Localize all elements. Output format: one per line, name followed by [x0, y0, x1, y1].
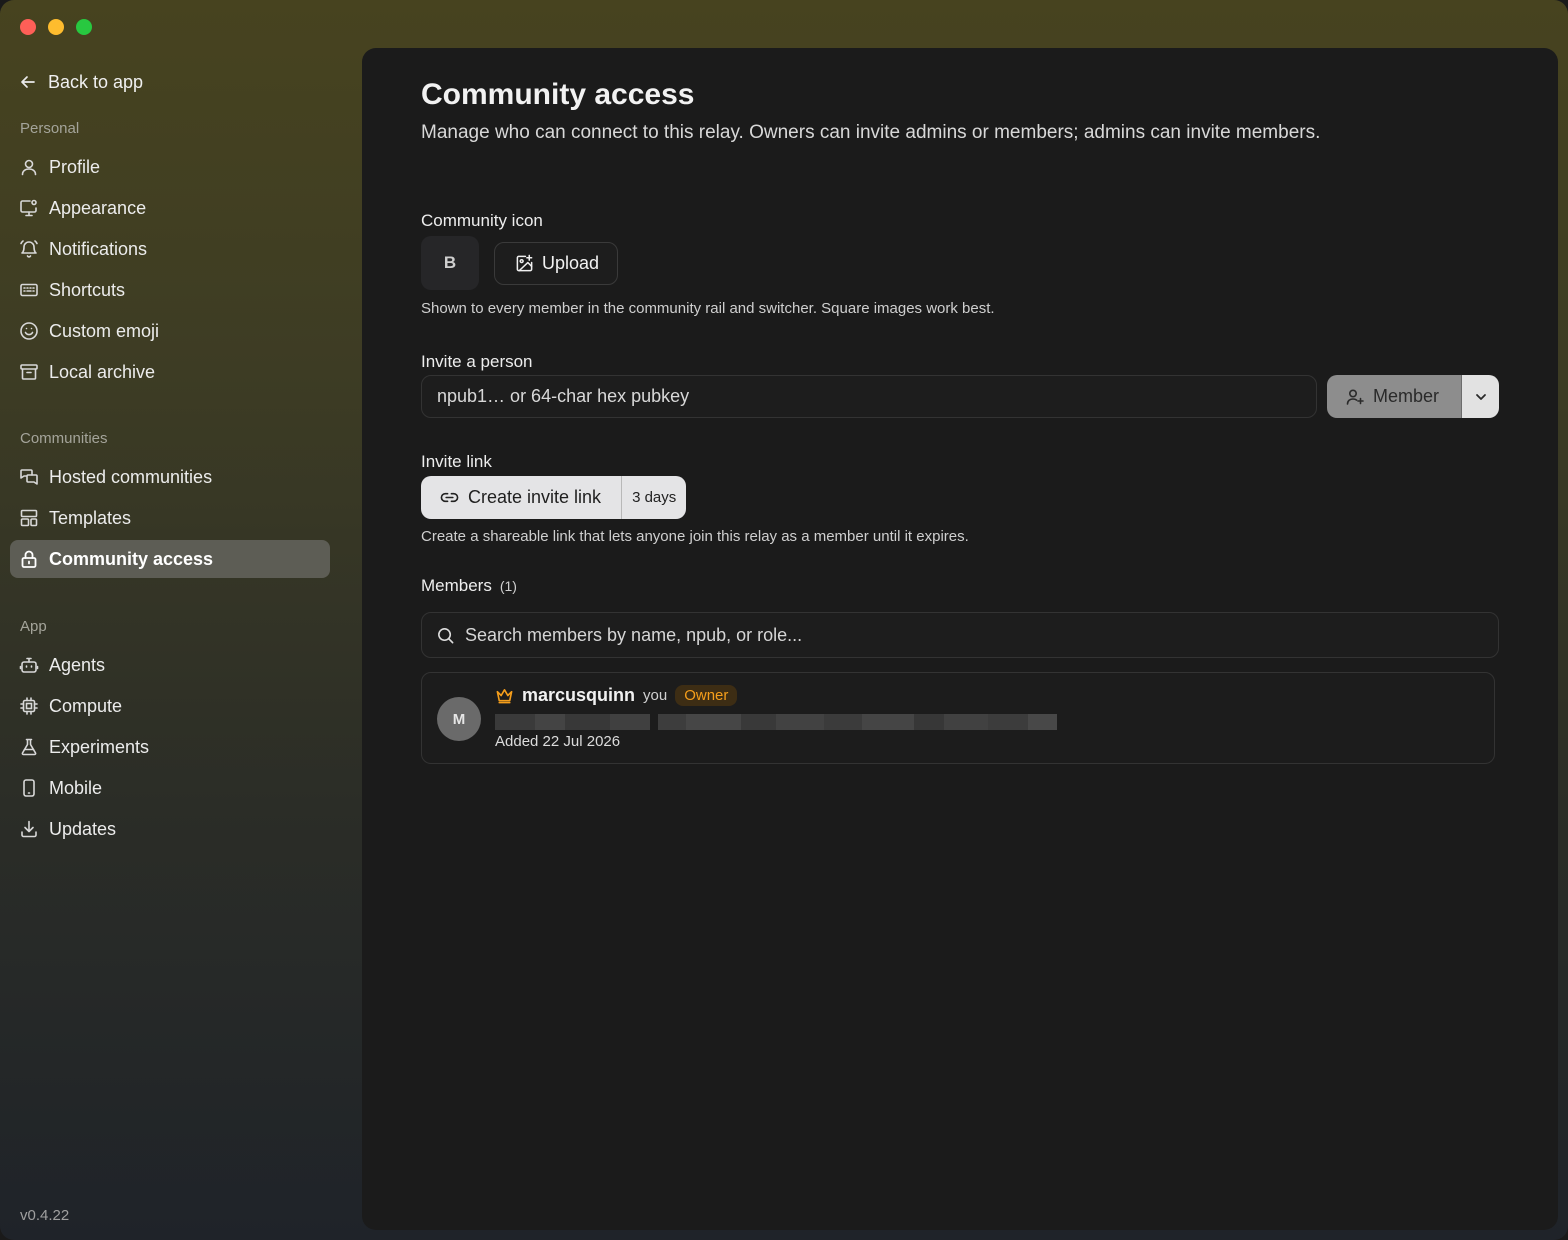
chevron-down-icon — [1475, 393, 1486, 400]
sidebar-item-label: Experiments — [49, 736, 150, 757]
archive-icon — [20, 364, 38, 380]
sidebar-item-compute[interactable]: Compute — [10, 687, 330, 725]
invite-role-dropdown[interactable] — [1461, 375, 1499, 418]
user-plus-icon — [1346, 388, 1364, 405]
sidebar-item-label: Agents — [49, 654, 106, 675]
upload-icon-button[interactable]: Upload — [494, 242, 618, 285]
sidebar-item-label: Local archive — [49, 361, 156, 382]
layout-template-icon — [20, 509, 38, 527]
sidebar-item-notifications[interactable]: Notifications — [10, 230, 330, 268]
crown-icon — [496, 688, 513, 704]
invite-member-button[interactable]: Member — [1327, 375, 1461, 418]
window-controls — [20, 19, 92, 35]
sidebar-item-label: Shortcuts — [49, 279, 126, 300]
member-you-tag: you — [643, 687, 668, 704]
invite-role-label: Member — [1373, 386, 1440, 406]
sidebar-item-mobile[interactable]: Mobile — [10, 769, 330, 807]
user-icon — [21, 159, 37, 176]
sidebar-item-templates[interactable]: Templates — [10, 499, 330, 537]
link-icon — [440, 492, 459, 503]
invite-link-hint: Create a shareable link that lets anyone… — [421, 528, 969, 545]
bell-icon — [20, 240, 38, 258]
sidebar-item-label: Hosted communities — [49, 466, 213, 487]
minimize-window-button[interactable] — [48, 19, 64, 35]
section-label-personal: Personal — [20, 120, 80, 137]
community-icon-hint: Shown to every member in the community r… — [421, 300, 995, 317]
sidebar-item-experiments[interactable]: Experiments — [10, 728, 330, 766]
zoom-window-button[interactable] — [76, 19, 92, 35]
monitor-settings-icon — [20, 199, 37, 217]
sidebar-item-label: Profile — [49, 156, 101, 177]
sidebar-item-label: Templates — [49, 507, 132, 528]
lock-icon — [21, 550, 37, 568]
app-window: Back to app Personal Profile Appearance … — [0, 0, 1568, 1240]
avatar: M — [437, 697, 481, 741]
invite-pubkey-input[interactable] — [421, 375, 1317, 418]
sidebar-item-community-access[interactable]: Community access — [10, 540, 330, 578]
app-version: v0.4.22 — [20, 1207, 70, 1224]
invite-link-group: Create invite link 3 days — [421, 476, 687, 519]
page-subtitle: Manage who can connect to this relay. Ow… — [421, 122, 1321, 143]
upload-button-label: Upload — [542, 253, 600, 273]
members-heading-label: Members — [421, 576, 492, 595]
member-search-input[interactable] — [465, 624, 1498, 646]
section-label-app: App — [20, 618, 47, 635]
settings-content: Community access Manage who can connect … — [362, 48, 1558, 1230]
member-search — [421, 612, 1499, 658]
community-icon-label: Community icon — [421, 211, 543, 230]
create-invite-link-button[interactable]: Create invite link — [421, 476, 621, 519]
sidebar-item-label: Community access — [49, 548, 214, 569]
smartphone-icon — [23, 779, 35, 797]
section-label-communities: Communities — [20, 430, 108, 447]
arrow-left-icon — [21, 76, 35, 88]
back-to-app-label: Back to app — [48, 71, 144, 92]
sidebar-item-label: Mobile — [49, 777, 103, 798]
flask-icon — [21, 738, 37, 756]
sidebar-item-updates[interactable]: Updates — [10, 810, 330, 848]
members-count: (1) — [499, 578, 517, 594]
sidebar-item-custom-emoji[interactable]: Custom emoji — [10, 312, 330, 350]
redacted-pubkey — [495, 714, 1057, 730]
sidebar-item-local-archive[interactable]: Local archive — [10, 353, 330, 391]
community-icon-preview: B — [421, 236, 479, 290]
page-title: Community access — [421, 78, 695, 111]
member-name: marcusquinn — [522, 685, 636, 705]
close-window-button[interactable] — [20, 19, 36, 35]
invite-person-label: Invite a person — [421, 352, 533, 371]
create-invite-link-label: Create invite link — [468, 487, 602, 507]
members-heading: Members (1) — [421, 576, 517, 596]
sidebar-item-label: Updates — [49, 818, 117, 839]
messages-icon — [20, 469, 38, 485]
sidebar-item-label: Notifications — [49, 238, 148, 259]
download-icon — [21, 820, 37, 838]
sidebar-item-appearance[interactable]: Appearance — [10, 189, 330, 227]
sidebar-item-shortcuts[interactable]: Shortcuts — [10, 271, 330, 309]
image-plus-icon — [516, 254, 533, 272]
sidebar-item-profile[interactable]: Profile — [10, 148, 330, 186]
sidebar-item-hosted-communities[interactable]: Hosted communities — [10, 458, 330, 496]
bot-icon — [19, 657, 39, 673]
cpu-icon — [20, 697, 38, 715]
member-added-date: Added 22 Jul 2026 — [495, 733, 621, 750]
smile-icon — [20, 322, 38, 340]
keyboard-icon — [20, 283, 38, 297]
role-badge: Owner — [675, 685, 738, 706]
member-row[interactable]: M marcusquinn you Owner Added 22 Jul 202… — [421, 672, 1495, 764]
search-icon — [438, 627, 454, 643]
back-to-app-link[interactable]: Back to app — [18, 68, 143, 96]
sidebar-item-label: Custom emoji — [49, 320, 160, 341]
sidebar-item-agents[interactable]: Agents — [10, 646, 330, 684]
member-header: marcusquinn you Owner — [495, 685, 738, 706]
settings-sidebar: Back to app Personal Profile Appearance … — [0, 60, 340, 1240]
sidebar-item-label: Compute — [49, 695, 123, 716]
invite-link-duration[interactable]: 3 days — [621, 476, 686, 519]
sidebar-item-label: Appearance — [49, 197, 147, 218]
invite-link-label: Invite link — [421, 452, 492, 471]
